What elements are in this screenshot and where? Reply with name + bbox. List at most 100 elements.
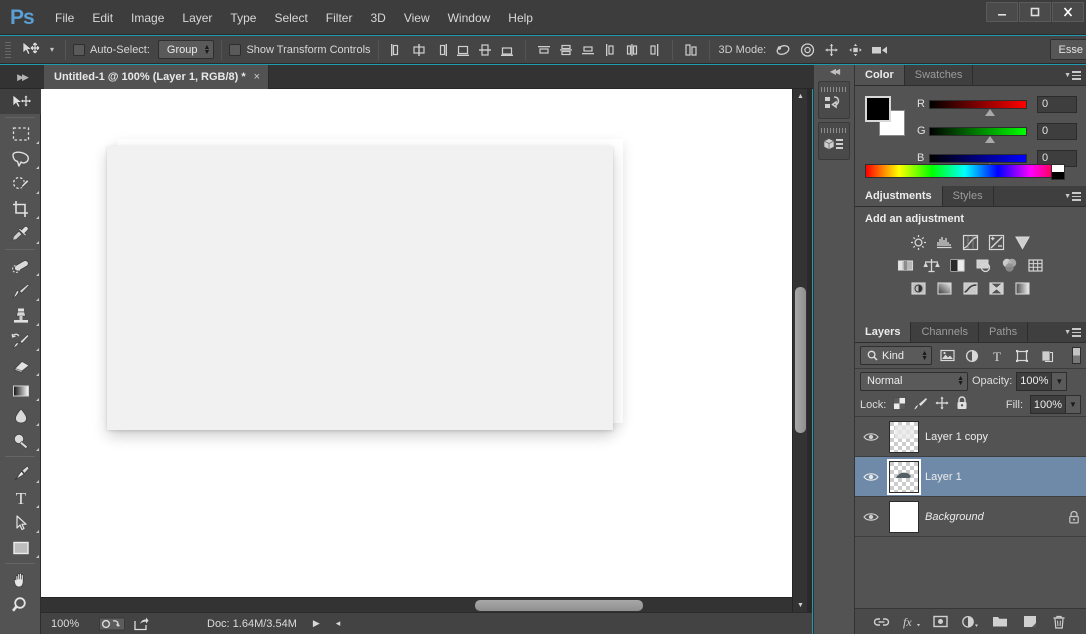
zoom-level[interactable]: 100% [51, 618, 91, 630]
show-transform-checkbox[interactable] [229, 43, 242, 56]
opacity-value[interactable]: 100% [1016, 371, 1053, 391]
tab-swatches[interactable]: Swatches [904, 65, 974, 85]
filter-type-button[interactable]: T [987, 346, 1007, 366]
tool-blur[interactable] [0, 403, 41, 428]
tool-preset-caret[interactable]: ▾ [46, 39, 58, 61]
color-balance-button[interactable] [922, 255, 942, 275]
tool-rectangle[interactable] [0, 535, 41, 560]
align-top-edges-button[interactable] [452, 39, 474, 61]
minimize-button[interactable] [986, 2, 1018, 22]
align-horizontal-centers-button[interactable] [408, 39, 430, 61]
tool-path-selection[interactable] [0, 510, 41, 535]
vibrance-button[interactable] [1013, 232, 1033, 252]
layer-name[interactable]: Background [925, 511, 1056, 523]
workspace-switcher-button[interactable]: Esse [1049, 39, 1086, 60]
collapse-panels-icon[interactable]: ▶▶ [3, 65, 41, 89]
exposure-button[interactable] [987, 232, 1007, 252]
layer-thumbnail[interactable] [889, 500, 919, 533]
channel-mixer-button[interactable] [1000, 255, 1020, 275]
fill-slider-caret[interactable]: ▼ [1066, 395, 1081, 414]
tool-eraser[interactable] [0, 353, 41, 378]
scroll-down-icon[interactable]: ▼ [793, 598, 808, 612]
tool-hand[interactable] [0, 567, 41, 592]
tool-pen[interactable] [0, 460, 41, 485]
channel-knob-r[interactable] [985, 108, 995, 116]
layer-thumbnail[interactable] [887, 458, 921, 495]
layer-filter-kind-select[interactable]: Kind ▲ ▼ [860, 346, 932, 365]
align-vertical-centers-button[interactable] [474, 39, 496, 61]
layer-row-layer-1[interactable]: Layer 1 [855, 457, 1086, 497]
distribute-horizontal-centers-button[interactable] [621, 39, 643, 61]
photo-filter-button[interactable] [974, 255, 994, 275]
distribute-right-edges-button[interactable] [643, 39, 665, 61]
tool-brush[interactable] [0, 278, 41, 303]
align-left-edges-button[interactable] [386, 39, 408, 61]
layer-visibility-toggle[interactable] [859, 497, 883, 537]
layer-style-fx-button[interactable]: fx [900, 611, 922, 633]
gradient-map-button[interactable] [1013, 278, 1033, 298]
tool-zoom[interactable] [0, 592, 41, 617]
opacity-slider-caret[interactable]: ▼ [1052, 371, 1068, 391]
status-expand-icon[interactable]: ▶ [313, 618, 320, 629]
layer-name[interactable]: Layer 1 [925, 471, 1086, 483]
tool-spot-healing-brush[interactable] [0, 253, 41, 278]
layer-row-background[interactable]: Background [855, 497, 1086, 537]
menu-item-select[interactable]: Select [265, 7, 316, 29]
layers-panel-menu-button[interactable]: ▼ [1064, 322, 1081, 343]
delete-layer-button[interactable] [1048, 611, 1070, 633]
new-adjustment-layer-button[interactable] [959, 611, 981, 633]
tool-crop[interactable] [0, 196, 41, 221]
tool-move[interactable] [0, 89, 41, 114]
orbit-3d-button[interactable] [772, 39, 796, 61]
lock-all-button[interactable] [956, 396, 968, 413]
layer-row-layer-1-copy[interactable]: Layer 1 copy [855, 417, 1086, 457]
channel-slider-b[interactable] [929, 153, 1027, 163]
menu-item-filter[interactable]: Filter [317, 7, 362, 29]
menu-item-help[interactable]: Help [499, 7, 542, 29]
share-button[interactable] [133, 617, 149, 631]
tool-rectangular-marquee[interactable] [0, 121, 41, 146]
channel-value-g[interactable]: 0 [1037, 122, 1077, 140]
layer-visibility-toggle[interactable] [859, 417, 883, 457]
black-white-button[interactable] [948, 255, 968, 275]
history-panel-button[interactable] [818, 81, 850, 119]
current-tool-button[interactable] [16, 39, 46, 61]
lock-image-pixels-button[interactable] [913, 397, 928, 413]
close-document-icon[interactable]: × [254, 71, 260, 83]
color-lookup-button[interactable] [1026, 255, 1046, 275]
distribute-top-edges-button[interactable] [533, 39, 555, 61]
hue-saturation-button[interactable] [896, 255, 916, 275]
tool-gradient[interactable] [0, 378, 41, 403]
menu-item-layer[interactable]: Layer [173, 7, 221, 29]
menu-item-file[interactable]: File [46, 7, 83, 29]
tool-eyedropper[interactable] [0, 221, 41, 246]
menu-item-type[interactable]: Type [221, 7, 265, 29]
tool-dodge[interactable] [0, 428, 41, 453]
align-bottom-edges-button[interactable] [496, 39, 518, 61]
add-layer-mask-button[interactable] [930, 611, 952, 633]
collapse-to-icons-icon[interactable]: ◀◀ [814, 65, 854, 78]
pan-3d-button[interactable] [820, 39, 844, 61]
channel-knob-g[interactable] [985, 135, 995, 143]
channel-slider-g[interactable] [929, 126, 1027, 136]
blend-mode-select[interactable]: Normal ▲ ▼ [860, 371, 968, 391]
selective-color-button[interactable] [987, 278, 1007, 298]
document-settings-button[interactable] [99, 617, 125, 631]
tab-channels[interactable]: Channels [911, 322, 979, 342]
threshold-button[interactable] [961, 278, 981, 298]
vertical-scroll-thumb[interactable] [795, 287, 806, 433]
adjustments-panel-menu-button[interactable]: ▼ [1064, 186, 1081, 207]
tool-history-brush[interactable] [0, 328, 41, 353]
auto-align-layers-button[interactable] [680, 39, 702, 61]
properties-3d-panel-button[interactable] [818, 122, 850, 160]
zoom-3d-camera-button[interactable] [868, 39, 892, 61]
spectrum-white-black-swatch[interactable] [1051, 164, 1065, 180]
channel-value-r[interactable]: 0 [1037, 95, 1077, 113]
maximize-button[interactable] [1019, 2, 1051, 22]
lock-position-button[interactable] [935, 396, 949, 413]
slide-3d-button[interactable] [844, 39, 868, 61]
link-layers-button[interactable] [871, 611, 893, 633]
roll-3d-button[interactable] [796, 39, 820, 61]
menu-item-edit[interactable]: Edit [83, 7, 122, 29]
posterize-button[interactable] [935, 278, 955, 298]
